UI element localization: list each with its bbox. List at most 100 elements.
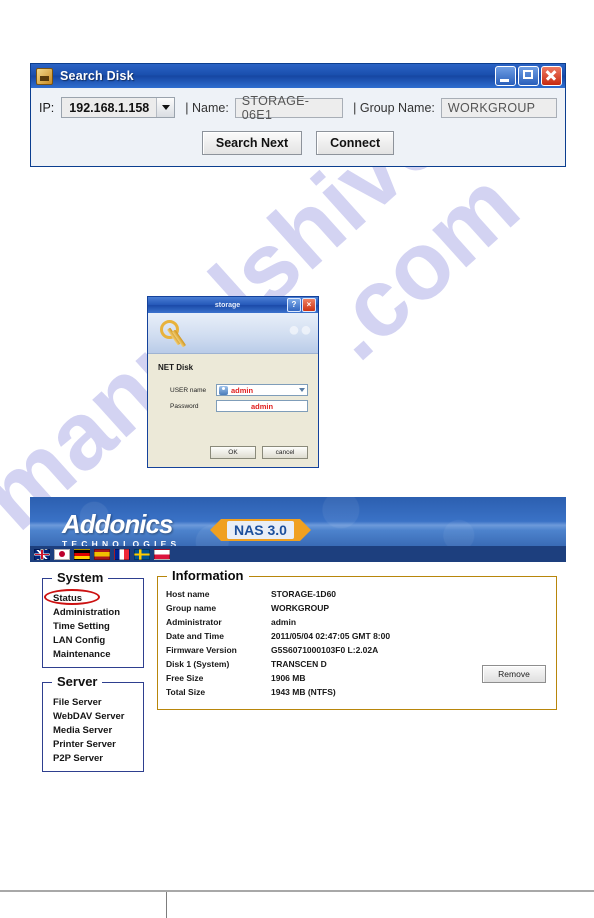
- product-badge: NAS 3.0: [210, 519, 311, 541]
- chevron-right-icon: [299, 519, 311, 541]
- keys-icon: [158, 318, 190, 348]
- sidebar-item-p2p-server[interactable]: P2P Server: [43, 751, 143, 765]
- nas-sidebar: System Status Administration Time Settin…: [42, 570, 144, 772]
- sidebar-item-webdav-server[interactable]: WebDAV Server: [43, 709, 143, 723]
- password-input[interactable]: admin: [216, 400, 308, 412]
- close-icon[interactable]: [541, 66, 562, 86]
- system-menu-panel: System Status Administration Time Settin…: [42, 570, 144, 668]
- ip-select[interactable]: 192.168.1.158: [61, 97, 176, 118]
- footer-rule: [0, 890, 594, 892]
- sidebar-item-maintenance[interactable]: Maintenance: [43, 647, 143, 661]
- info-value-administrator: admin: [271, 617, 297, 627]
- sidebar-item-status[interactable]: Status: [43, 589, 143, 605]
- login-heading: NET Disk: [158, 363, 194, 372]
- flag-se[interactable]: [134, 548, 150, 560]
- login-dialog-window-controls: ? ×: [287, 298, 316, 312]
- table-row: Host name STORAGE-1D60: [166, 590, 556, 599]
- ip-label: IP:: [39, 100, 55, 115]
- chevron-down-icon[interactable]: [299, 388, 305, 392]
- info-value-total-size: 1943 MB (NTFS): [271, 687, 336, 697]
- username-value: admin: [231, 385, 254, 395]
- information-panel: Information Host name STORAGE-1D60 Group…: [157, 568, 557, 710]
- name-input[interactable]: STORAGE-06E1: [234, 94, 344, 122]
- chevron-left-icon: [210, 519, 221, 541]
- info-value-disk-1-system: TRANSCEN D: [271, 659, 327, 669]
- info-key-total-size: Total Size: [166, 687, 206, 697]
- login-dialog-banner: ●●: [148, 313, 318, 354]
- username-label: USER name: [170, 386, 207, 394]
- search-disk-title: Search Disk: [60, 69, 134, 83]
- brand-name: Addonics: [62, 509, 173, 539]
- password-row: Password admin: [158, 400, 308, 412]
- maximize-icon[interactable]: [518, 66, 539, 86]
- sidebar-item-printer-server[interactable]: Printer Server: [43, 737, 143, 751]
- login-dialog-body: NET Disk USER name admin Password admin …: [148, 354, 318, 467]
- help-icon[interactable]: ?: [287, 298, 301, 312]
- window-controls: [495, 66, 562, 86]
- footer-divider: [166, 892, 167, 918]
- remove-button[interactable]: Remove: [482, 665, 546, 683]
- sidebar-item-file-server[interactable]: File Server: [43, 695, 143, 709]
- table-row: Date and Time 2011/05/04 02:47:05 GMT 8:…: [166, 632, 556, 641]
- flag-jp[interactable]: [54, 548, 70, 560]
- flag-de[interactable]: [74, 548, 90, 560]
- user-icon: [219, 385, 228, 395]
- search-disk-titlebar: Search Disk: [31, 64, 565, 88]
- minimize-icon[interactable]: [495, 66, 516, 86]
- info-key-free-size: Free Size: [166, 673, 204, 683]
- table-row: Total Size 1943 MB (NTFS): [166, 688, 556, 697]
- addonics-logo: Addonics TECHNOLOGIES: [62, 511, 180, 549]
- group-name-input-value: WORKGROUP: [447, 100, 536, 115]
- info-key-administrator: Administrator: [166, 617, 222, 627]
- flag-pl[interactable]: [154, 548, 170, 560]
- ok-button[interactable]: OK: [210, 446, 256, 459]
- info-value-firmware-version: G5S6071000103F0 L:2.02A: [271, 645, 379, 655]
- flag-fr[interactable]: [114, 548, 130, 560]
- server-menu-legend: Server: [52, 674, 103, 689]
- net-disk-login-dialog: storage ? × ●● NET Disk USER name admin …: [147, 296, 319, 468]
- sidebar-item-administration[interactable]: Administration: [43, 605, 143, 619]
- search-next-button[interactable]: Search Next: [201, 131, 303, 155]
- system-menu-legend: System: [52, 570, 109, 585]
- search-disk-window: Search Disk IP: 192.168.1.158 | Name: ST…: [30, 63, 566, 167]
- search-disk-fields-row: IP: 192.168.1.158 | Name: STORAGE-06E1 |…: [39, 94, 557, 122]
- banner-watermark-glyph: ●●: [287, 319, 312, 341]
- username-input[interactable]: admin: [216, 384, 308, 396]
- table-row: Firmware Version G5S6071000103F0 L:2.02A: [166, 646, 556, 655]
- sidebar-item-lan-config[interactable]: LAN Config: [43, 633, 143, 647]
- password-label: Password: [170, 402, 199, 410]
- table-row: Group name WORKGROUP: [166, 604, 556, 613]
- group-name-label: | Group Name:: [353, 100, 435, 115]
- sidebar-item-media-server[interactable]: Media Server: [43, 723, 143, 737]
- login-dialog-titlebar: storage ? ×: [148, 297, 318, 313]
- cancel-button[interactable]: cancel: [262, 446, 308, 459]
- info-value-group-name: WORKGROUP: [271, 603, 330, 613]
- flag-uk[interactable]: [34, 548, 50, 560]
- info-key-disk-1-system: Disk 1 (System): [166, 659, 230, 669]
- name-input-value: STORAGE-06E1: [241, 93, 310, 122]
- login-dialog-title: storage: [214, 301, 241, 309]
- table-row: Administrator admin: [166, 618, 556, 627]
- name-label: | Name:: [185, 100, 229, 115]
- ip-select-value: 192.168.1.158: [62, 98, 158, 117]
- server-menu-panel: Server File Server WebDAV Server Media S…: [42, 674, 144, 772]
- info-key-firmware-version: Firmware Version: [166, 645, 237, 655]
- sidebar-item-time-setting[interactable]: Time Setting: [43, 619, 143, 633]
- search-disk-body: IP: 192.168.1.158 | Name: STORAGE-06E1 |…: [31, 88, 565, 166]
- info-value-date-and-time: 2011/05/04 02:47:05 GMT 8:00: [271, 631, 391, 641]
- information-legend: Information: [167, 568, 249, 583]
- product-badge-label: NAS 3.0: [227, 521, 294, 539]
- info-value-host-name: STORAGE-1D60: [271, 589, 337, 599]
- group-name-input[interactable]: WORKGROUP: [440, 97, 557, 118]
- close-icon[interactable]: ×: [302, 298, 316, 312]
- watermark-text-secondary: .com: [300, 150, 539, 381]
- chevron-down-icon[interactable]: [157, 98, 175, 117]
- connect-button[interactable]: Connect: [316, 131, 395, 155]
- flag-es[interactable]: [94, 548, 110, 560]
- info-key-date-and-time: Date and Time: [166, 631, 224, 641]
- search-disk-actions: Search Next Connect: [39, 131, 557, 155]
- username-row: USER name admin: [158, 384, 308, 396]
- password-value: admin: [250, 401, 274, 411]
- language-flags-bar: [30, 546, 566, 562]
- disk-search-icon: [36, 67, 53, 85]
